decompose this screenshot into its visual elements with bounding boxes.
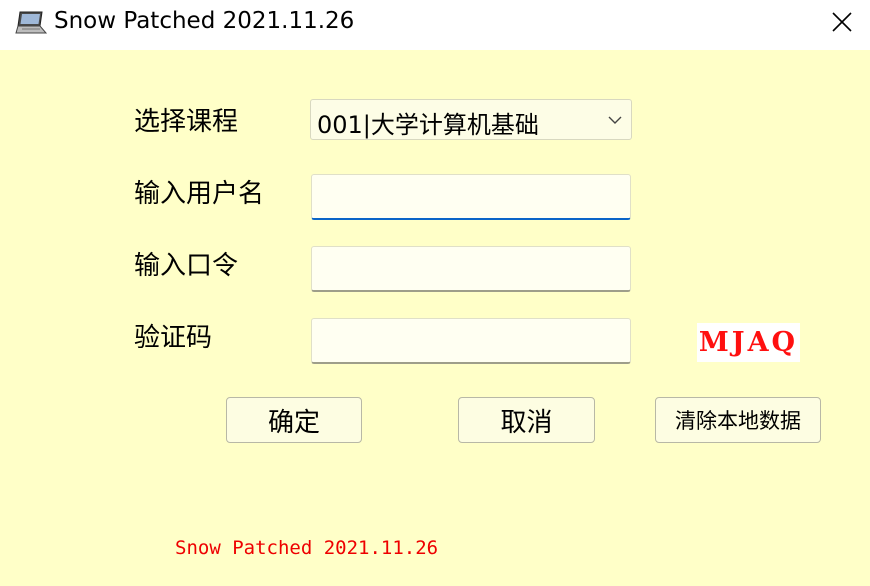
laptop-icon — [14, 9, 48, 37]
username-label: 输入用户名 — [134, 179, 265, 209]
course-select-value: 001|大学计算机基础 — [317, 111, 539, 139]
cancel-button[interactable]: 取消 — [458, 397, 595, 443]
title-bar[interactable]: Snow Patched 2021.11.26 — [0, 0, 870, 50]
window-title: Snow Patched 2021.11.26 — [54, 8, 355, 34]
username-input[interactable] — [311, 174, 631, 220]
course-label: 选择课程 — [134, 107, 239, 137]
close-icon — [832, 12, 852, 32]
password-input[interactable] — [311, 246, 631, 292]
footer-version-text: Snow Patched 2021.11.26 — [175, 537, 439, 559]
captcha-label: 验证码 — [134, 323, 213, 353]
course-select[interactable]: 001|大学计算机基础 — [310, 99, 632, 140]
captcha-input[interactable] — [311, 318, 631, 364]
ok-button[interactable]: 确定 — [226, 397, 362, 443]
close-button[interactable] — [814, 0, 870, 44]
captcha-image[interactable]: MJAQ — [697, 323, 800, 362]
clear-local-data-button[interactable]: 清除本地数据 — [655, 397, 821, 443]
chevron-down-icon — [607, 112, 623, 128]
password-label: 输入口令 — [134, 251, 239, 281]
